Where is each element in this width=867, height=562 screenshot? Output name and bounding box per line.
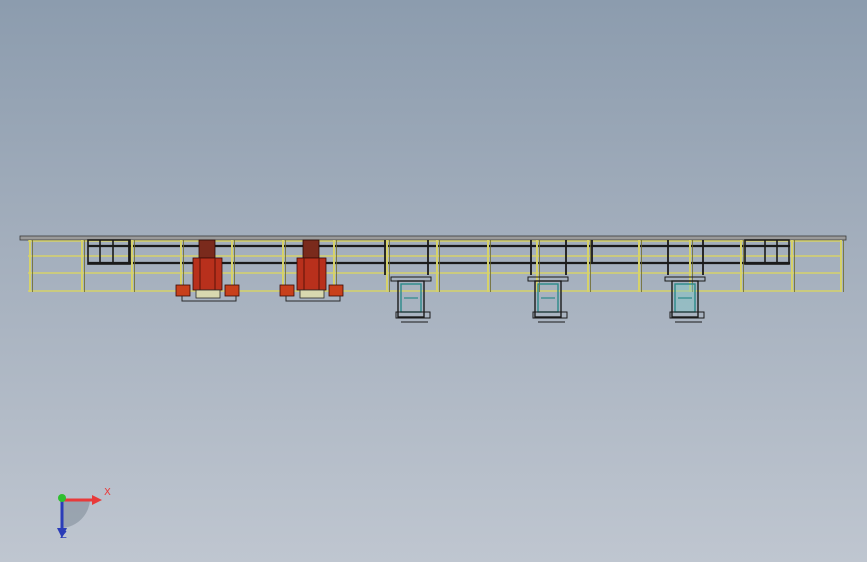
end-frame-left: [87, 239, 131, 265]
3d-viewport[interactable]: X Z: [0, 0, 867, 562]
z-axis-label: Z: [60, 530, 67, 541]
y-axis-dot-icon: [58, 494, 66, 502]
end-frame-right: [744, 239, 790, 265]
hanger-bracket-2[interactable]: [527, 276, 569, 323]
hanger-bracket-3[interactable]: [664, 276, 706, 323]
deck-plate: [19, 235, 847, 241]
guard-rails: [28, 240, 842, 292]
assembly-model[interactable]: [0, 0, 867, 562]
lift-unit-1[interactable]: [175, 239, 240, 302]
x-axis-label: X: [104, 487, 111, 498]
hanger-bracket-1[interactable]: [390, 276, 432, 323]
rail-posts: [29, 240, 844, 292]
triad-plane-shading: [62, 500, 90, 528]
